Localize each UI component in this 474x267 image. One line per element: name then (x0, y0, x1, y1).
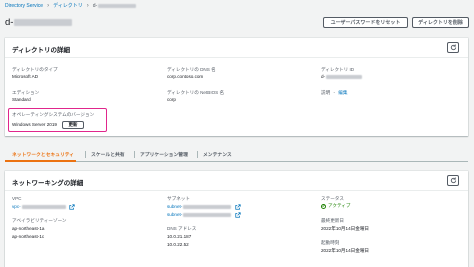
edition-label: エディション (12, 90, 40, 95)
status-label: ステータス (321, 196, 344, 201)
breadcrumb-separator-icon: › (47, 2, 50, 9)
dns-name-value: corp.contoso.com (167, 74, 204, 79)
tab-divider (85, 151, 86, 158)
redacted-id (326, 74, 363, 79)
vpc-link[interactable]: vpc- (12, 204, 75, 210)
update-os-button[interactable]: 更新 (62, 121, 84, 129)
panel-header: ディレクトリの詳細 (5, 38, 468, 58)
breadcrumb-directory-service[interactable]: Directory Service (5, 3, 43, 9)
delete-directory-button[interactable]: ディレクトリを削除 (412, 17, 469, 28)
tab-divider (134, 151, 135, 158)
external-link-icon (69, 204, 75, 210)
directory-type-value: Microsoft AD (12, 74, 39, 79)
os-version-value: Windows Server 2019 (12, 122, 57, 127)
redacted-id (14, 19, 73, 26)
dns-address-value: 10.0.21.187 (167, 234, 192, 239)
redacted-id (21, 205, 66, 209)
breadcrumb: Directory Service › ディレクトリ › d- (5, 2, 137, 9)
subnet-link[interactable]: subnet- (167, 204, 241, 210)
last-updated-value: 2022年10月14日金曜日 (321, 226, 370, 231)
os-version-label: オペレーティングシステムのバージョン (12, 112, 95, 117)
refresh-icon (450, 177, 456, 184)
tab-scale-sharing[interactable]: スケールと共有 (91, 151, 125, 158)
launch-time-label: 起動時刻 (321, 240, 340, 245)
page-title-prefix: d- (5, 17, 14, 28)
netbios-value: corp (167, 97, 176, 102)
vpc-label: VPC (12, 196, 22, 201)
panel-title: ネットワーキングの詳細 (12, 180, 84, 187)
refresh-button[interactable] (447, 42, 459, 53)
subnet-prefix: subnet- (167, 212, 183, 218)
availability-zone-label: アベイラビリティーゾーン (12, 218, 67, 223)
dns-name-label: ディレクトリの DNS 名 (167, 67, 216, 72)
tab-application-management[interactable]: アプリケーション管理 (140, 151, 188, 158)
directory-id-value: d- (321, 74, 363, 79)
availability-zone-value: ap-northeast-1c (12, 234, 45, 239)
panel-title: ディレクトリの詳細 (12, 47, 71, 54)
description-edit-link[interactable]: 編集 (338, 90, 347, 95)
status-value: アクティブ (328, 203, 351, 208)
netbios-label: ディレクトリの NetBIOS 名 (167, 90, 225, 95)
panel-header: ネットワーキングの詳細 (5, 171, 468, 191)
directory-id-label: ディレクトリ ID (321, 67, 355, 72)
status-badge: アクティブ (321, 203, 350, 209)
tab-maintenance[interactable]: メンテナンス (203, 151, 232, 158)
refresh-button[interactable] (447, 175, 459, 186)
external-link-icon (234, 204, 241, 210)
dns-address-value: 10.0.22.52 (167, 242, 189, 247)
check-circle-icon (321, 203, 326, 209)
active-tab-indicator (5, 160, 76, 162)
description-label: 説明 - 編集 (321, 90, 348, 96)
external-link-icon (234, 212, 241, 218)
page-title: d- (5, 17, 73, 28)
subnet-prefix: subnet- (167, 204, 183, 210)
description-label-text: 説明 (321, 90, 331, 95)
launch-time-value: 2022年10月14日金曜日 (321, 248, 370, 253)
subnet-label: サブネット (167, 196, 190, 201)
redacted-id (183, 213, 232, 217)
networking-details-panel: ネットワーキングの詳細 (5, 171, 468, 267)
breadcrumb-separator-icon: › (86, 2, 89, 9)
directory-type-label: ディレクトリのタイプ (12, 67, 58, 72)
edition-value: Standard (12, 97, 31, 102)
subnet-link[interactable]: subnet- (167, 212, 241, 218)
last-updated-label: 最終更新日 (321, 218, 344, 223)
tab-divider (197, 151, 198, 158)
reset-password-button[interactable]: ユーザーパスワードをリセット (323, 17, 408, 28)
separator: - (333, 90, 336, 95)
tab-network-security[interactable]: ネットワークとセキュリティ (12, 151, 74, 158)
redacted-id (98, 3, 137, 8)
availability-zone-value: ap-northeast-1a (12, 226, 45, 231)
breadcrumb-current: d- (92, 2, 98, 9)
directory-id-prefix: d- (321, 74, 326, 79)
redacted-id (183, 205, 232, 209)
dns-address-label: DNS アドレス (167, 226, 197, 231)
vpc-prefix: vpc- (12, 204, 21, 210)
refresh-icon (450, 44, 456, 51)
breadcrumb-directories[interactable]: ディレクトリ (53, 2, 83, 9)
